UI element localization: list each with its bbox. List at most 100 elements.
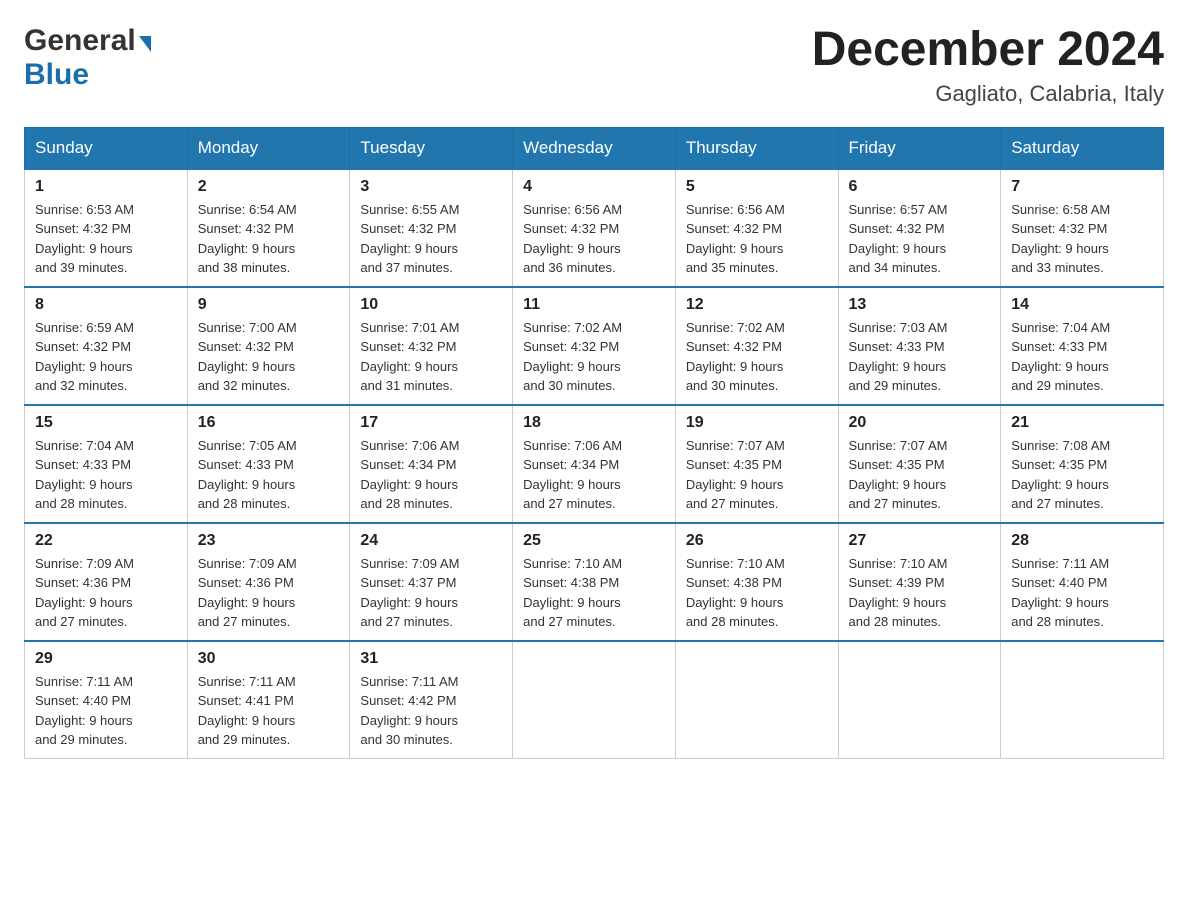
day-number: 5 [686, 178, 828, 196]
day-number: 15 [35, 414, 177, 432]
calendar-cell [838, 641, 1001, 759]
day-number: 31 [360, 650, 502, 668]
day-number: 23 [198, 532, 340, 550]
calendar-header-tuesday: Tuesday [350, 127, 513, 169]
day-number: 25 [523, 532, 665, 550]
calendar-cell: 2 Sunrise: 6:54 AM Sunset: 4:32 PM Dayli… [187, 169, 350, 287]
day-number: 16 [198, 414, 340, 432]
calendar-cell [675, 641, 838, 759]
calendar-cell: 8 Sunrise: 6:59 AM Sunset: 4:32 PM Dayli… [25, 287, 188, 405]
day-number: 8 [35, 296, 177, 314]
calendar-cell: 22 Sunrise: 7:09 AM Sunset: 4:36 PM Dayl… [25, 523, 188, 641]
day-info: Sunrise: 7:06 AM Sunset: 4:34 PM Dayligh… [360, 436, 502, 514]
calendar-cell: 29 Sunrise: 7:11 AM Sunset: 4:40 PM Dayl… [25, 641, 188, 759]
logo-blue-text: Blue [24, 58, 89, 92]
day-info: Sunrise: 7:10 AM Sunset: 4:39 PM Dayligh… [849, 554, 991, 632]
day-info: Sunrise: 7:09 AM Sunset: 4:37 PM Dayligh… [360, 554, 502, 632]
calendar-cell: 5 Sunrise: 6:56 AM Sunset: 4:32 PM Dayli… [675, 169, 838, 287]
day-info: Sunrise: 7:01 AM Sunset: 4:32 PM Dayligh… [360, 318, 502, 396]
calendar-cell: 30 Sunrise: 7:11 AM Sunset: 4:41 PM Dayl… [187, 641, 350, 759]
day-number: 17 [360, 414, 502, 432]
calendar-cell: 7 Sunrise: 6:58 AM Sunset: 4:32 PM Dayli… [1001, 169, 1164, 287]
day-number: 27 [849, 532, 991, 550]
calendar-cell: 3 Sunrise: 6:55 AM Sunset: 4:32 PM Dayli… [350, 169, 513, 287]
page-header: General Blue December 2024 Gagliato, Cal… [24, 24, 1164, 107]
calendar-cell: 6 Sunrise: 6:57 AM Sunset: 4:32 PM Dayli… [838, 169, 1001, 287]
day-number: 1 [35, 178, 177, 196]
calendar-header-row: SundayMondayTuesdayWednesdayThursdayFrid… [25, 127, 1164, 169]
day-info: Sunrise: 6:54 AM Sunset: 4:32 PM Dayligh… [198, 200, 340, 278]
calendar-cell: 12 Sunrise: 7:02 AM Sunset: 4:32 PM Dayl… [675, 287, 838, 405]
calendar-week-row: 22 Sunrise: 7:09 AM Sunset: 4:36 PM Dayl… [25, 523, 1164, 641]
logo: General Blue [24, 24, 151, 92]
day-info: Sunrise: 6:59 AM Sunset: 4:32 PM Dayligh… [35, 318, 177, 396]
calendar-cell: 18 Sunrise: 7:06 AM Sunset: 4:34 PM Dayl… [513, 405, 676, 523]
day-number: 19 [686, 414, 828, 432]
day-number: 4 [523, 178, 665, 196]
day-number: 18 [523, 414, 665, 432]
calendar-week-row: 8 Sunrise: 6:59 AM Sunset: 4:32 PM Dayli… [25, 287, 1164, 405]
calendar-cell: 16 Sunrise: 7:05 AM Sunset: 4:33 PM Dayl… [187, 405, 350, 523]
day-info: Sunrise: 7:10 AM Sunset: 4:38 PM Dayligh… [686, 554, 828, 632]
day-info: Sunrise: 7:07 AM Sunset: 4:35 PM Dayligh… [686, 436, 828, 514]
calendar-cell: 21 Sunrise: 7:08 AM Sunset: 4:35 PM Dayl… [1001, 405, 1164, 523]
calendar-header-sunday: Sunday [25, 127, 188, 169]
day-info: Sunrise: 6:56 AM Sunset: 4:32 PM Dayligh… [686, 200, 828, 278]
calendar-cell: 14 Sunrise: 7:04 AM Sunset: 4:33 PM Dayl… [1001, 287, 1164, 405]
location: Gagliato, Calabria, Italy [812, 81, 1164, 107]
day-number: 24 [360, 532, 502, 550]
calendar-cell: 1 Sunrise: 6:53 AM Sunset: 4:32 PM Dayli… [25, 169, 188, 287]
calendar-header-saturday: Saturday [1001, 127, 1164, 169]
calendar-cell: 4 Sunrise: 6:56 AM Sunset: 4:32 PM Dayli… [513, 169, 676, 287]
day-info: Sunrise: 7:10 AM Sunset: 4:38 PM Dayligh… [523, 554, 665, 632]
calendar-header-wednesday: Wednesday [513, 127, 676, 169]
day-number: 3 [360, 178, 502, 196]
day-info: Sunrise: 7:00 AM Sunset: 4:32 PM Dayligh… [198, 318, 340, 396]
calendar-cell: 28 Sunrise: 7:11 AM Sunset: 4:40 PM Dayl… [1001, 523, 1164, 641]
calendar-cell: 10 Sunrise: 7:01 AM Sunset: 4:32 PM Dayl… [350, 287, 513, 405]
month-title: December 2024 [812, 24, 1164, 77]
day-info: Sunrise: 7:02 AM Sunset: 4:32 PM Dayligh… [686, 318, 828, 396]
calendar-cell: 9 Sunrise: 7:00 AM Sunset: 4:32 PM Dayli… [187, 287, 350, 405]
day-number: 14 [1011, 296, 1153, 314]
day-info: Sunrise: 6:57 AM Sunset: 4:32 PM Dayligh… [849, 200, 991, 278]
day-number: 21 [1011, 414, 1153, 432]
day-info: Sunrise: 7:05 AM Sunset: 4:33 PM Dayligh… [198, 436, 340, 514]
calendar-header-monday: Monday [187, 127, 350, 169]
day-info: Sunrise: 7:09 AM Sunset: 4:36 PM Dayligh… [198, 554, 340, 632]
calendar-cell: 17 Sunrise: 7:06 AM Sunset: 4:34 PM Dayl… [350, 405, 513, 523]
day-info: Sunrise: 6:55 AM Sunset: 4:32 PM Dayligh… [360, 200, 502, 278]
day-number: 12 [686, 296, 828, 314]
day-info: Sunrise: 7:11 AM Sunset: 4:42 PM Dayligh… [360, 672, 502, 750]
day-info: Sunrise: 6:53 AM Sunset: 4:32 PM Dayligh… [35, 200, 177, 278]
day-number: 2 [198, 178, 340, 196]
calendar-week-row: 15 Sunrise: 7:04 AM Sunset: 4:33 PM Dayl… [25, 405, 1164, 523]
calendar-cell: 15 Sunrise: 7:04 AM Sunset: 4:33 PM Dayl… [25, 405, 188, 523]
calendar-cell: 25 Sunrise: 7:10 AM Sunset: 4:38 PM Dayl… [513, 523, 676, 641]
day-number: 20 [849, 414, 991, 432]
calendar-cell: 13 Sunrise: 7:03 AM Sunset: 4:33 PM Dayl… [838, 287, 1001, 405]
day-info: Sunrise: 7:04 AM Sunset: 4:33 PM Dayligh… [35, 436, 177, 514]
day-info: Sunrise: 7:06 AM Sunset: 4:34 PM Dayligh… [523, 436, 665, 514]
calendar-cell: 19 Sunrise: 7:07 AM Sunset: 4:35 PM Dayl… [675, 405, 838, 523]
calendar-week-row: 29 Sunrise: 7:11 AM Sunset: 4:40 PM Dayl… [25, 641, 1164, 759]
day-number: 22 [35, 532, 177, 550]
day-number: 29 [35, 650, 177, 668]
day-info: Sunrise: 7:07 AM Sunset: 4:35 PM Dayligh… [849, 436, 991, 514]
day-number: 28 [1011, 532, 1153, 550]
logo-general-text: General [24, 24, 136, 58]
calendar-table: SundayMondayTuesdayWednesdayThursdayFrid… [24, 127, 1164, 759]
day-number: 7 [1011, 178, 1153, 196]
calendar-cell: 11 Sunrise: 7:02 AM Sunset: 4:32 PM Dayl… [513, 287, 676, 405]
calendar-cell: 27 Sunrise: 7:10 AM Sunset: 4:39 PM Dayl… [838, 523, 1001, 641]
day-info: Sunrise: 6:58 AM Sunset: 4:32 PM Dayligh… [1011, 200, 1153, 278]
logo-arrow-icon [139, 36, 151, 52]
day-number: 10 [360, 296, 502, 314]
calendar-cell: 20 Sunrise: 7:07 AM Sunset: 4:35 PM Dayl… [838, 405, 1001, 523]
day-number: 30 [198, 650, 340, 668]
calendar-cell [1001, 641, 1164, 759]
calendar-header-friday: Friday [838, 127, 1001, 169]
day-number: 6 [849, 178, 991, 196]
day-info: Sunrise: 7:02 AM Sunset: 4:32 PM Dayligh… [523, 318, 665, 396]
day-number: 11 [523, 296, 665, 314]
